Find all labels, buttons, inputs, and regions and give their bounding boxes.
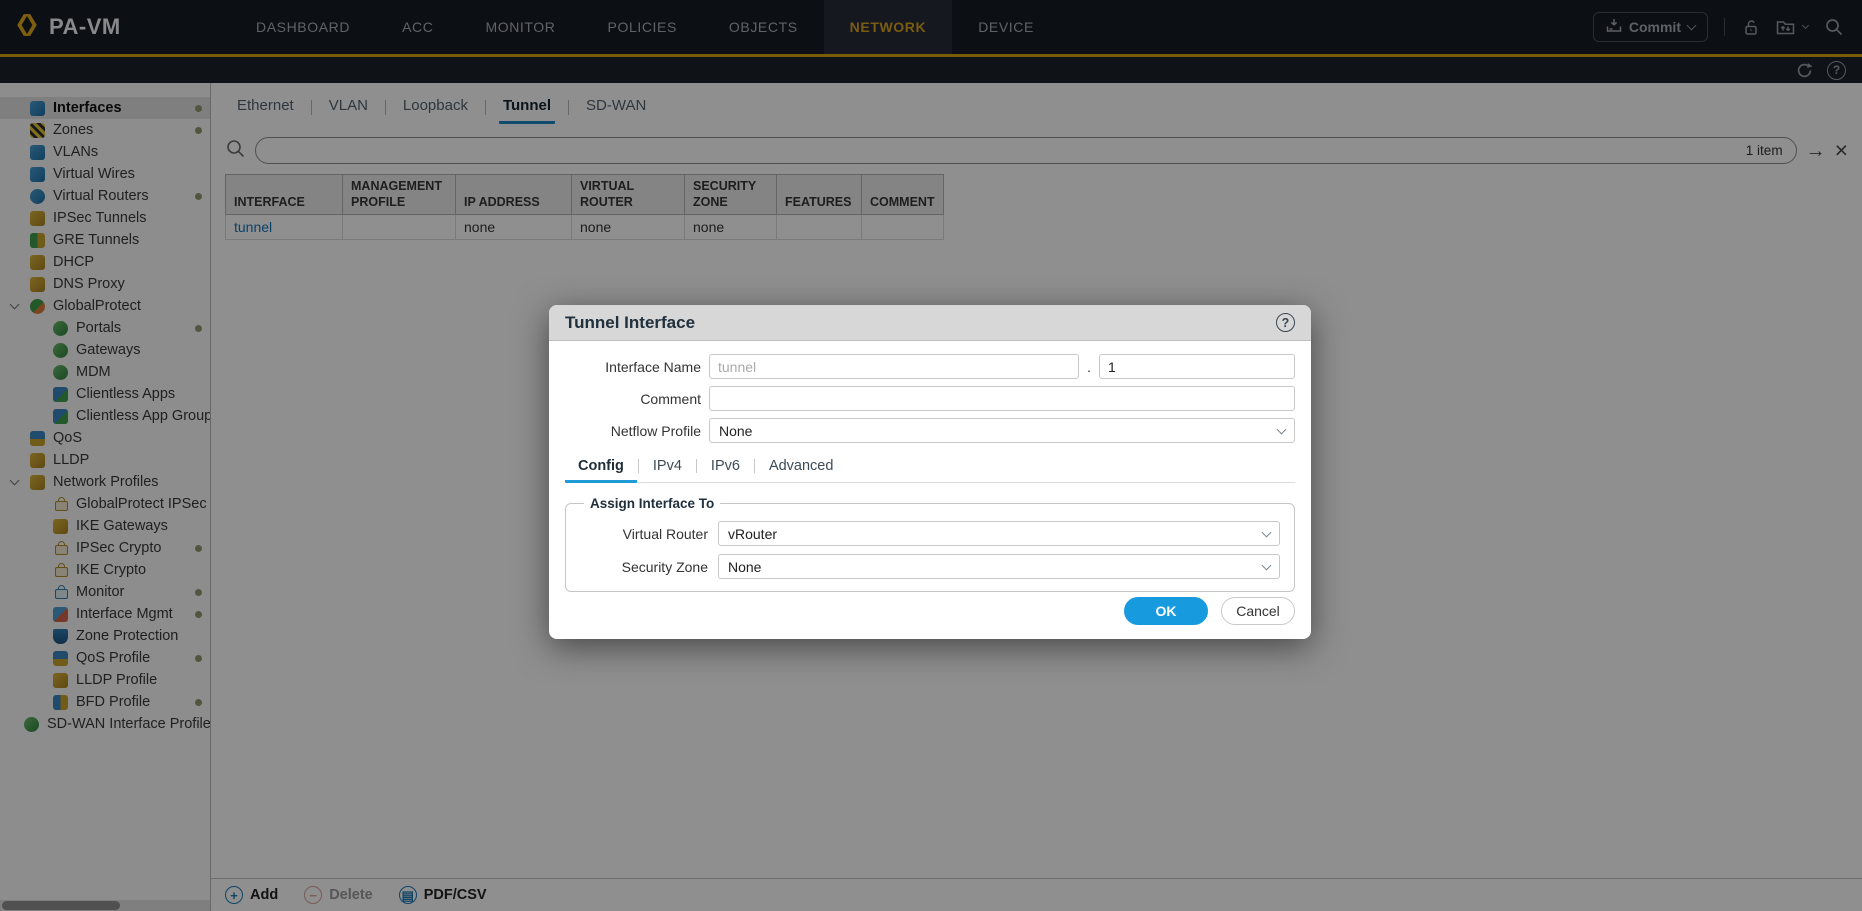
netflow-profile-label: Netflow Profile <box>565 423 703 439</box>
interface-name-input[interactable] <box>709 354 1079 379</box>
screen: PA-VM DASHBOARD ACC MONITOR POLICIES OBJ… <box>0 0 1862 911</box>
tab-ipv4[interactable]: IPv4 <box>640 454 695 483</box>
dialog-help-icon[interactable]: ? <box>1276 313 1295 332</box>
virtual-router-label: Virtual Router <box>580 526 710 542</box>
cancel-button[interactable]: Cancel <box>1221 597 1295 625</box>
interface-name-separator: . <box>1085 359 1093 375</box>
security-zone-select[interactable]: None <box>718 554 1280 579</box>
netflow-profile-select[interactable]: None <box>709 418 1295 443</box>
interface-number-input[interactable] <box>1099 354 1295 379</box>
dialog-buttons: OK Cancel <box>1124 597 1295 625</box>
chevron-down-icon <box>1262 560 1272 570</box>
dialog-body: Interface Name . Comment Netflow Profile… <box>549 341 1311 639</box>
tab-config[interactable]: Config <box>565 454 637 483</box>
dialog-tabs: Config IPv4 IPv6 Advanced <box>565 454 1295 483</box>
comment-label: Comment <box>565 391 703 407</box>
tunnel-interface-dialog: Tunnel Interface ? Interface Name . Comm… <box>549 305 1311 639</box>
assign-interface-to-section: Assign Interface To Virtual Router vRout… <box>565 496 1295 592</box>
chevron-down-icon <box>1277 424 1287 434</box>
ok-button[interactable]: OK <box>1124 597 1208 625</box>
interface-name-label: Interface Name <box>565 359 703 375</box>
chevron-down-icon <box>1262 527 1272 537</box>
tab-ipv6[interactable]: IPv6 <box>698 454 753 483</box>
virtual-router-select[interactable]: vRouter <box>718 521 1280 546</box>
security-zone-label: Security Zone <box>580 559 710 575</box>
assign-interface-to-legend: Assign Interface To <box>584 496 720 511</box>
dialog-header: Tunnel Interface ? <box>549 305 1311 341</box>
dialog-title: Tunnel Interface <box>565 313 695 333</box>
comment-input[interactable] <box>709 386 1295 411</box>
tab-advanced[interactable]: Advanced <box>756 454 847 483</box>
